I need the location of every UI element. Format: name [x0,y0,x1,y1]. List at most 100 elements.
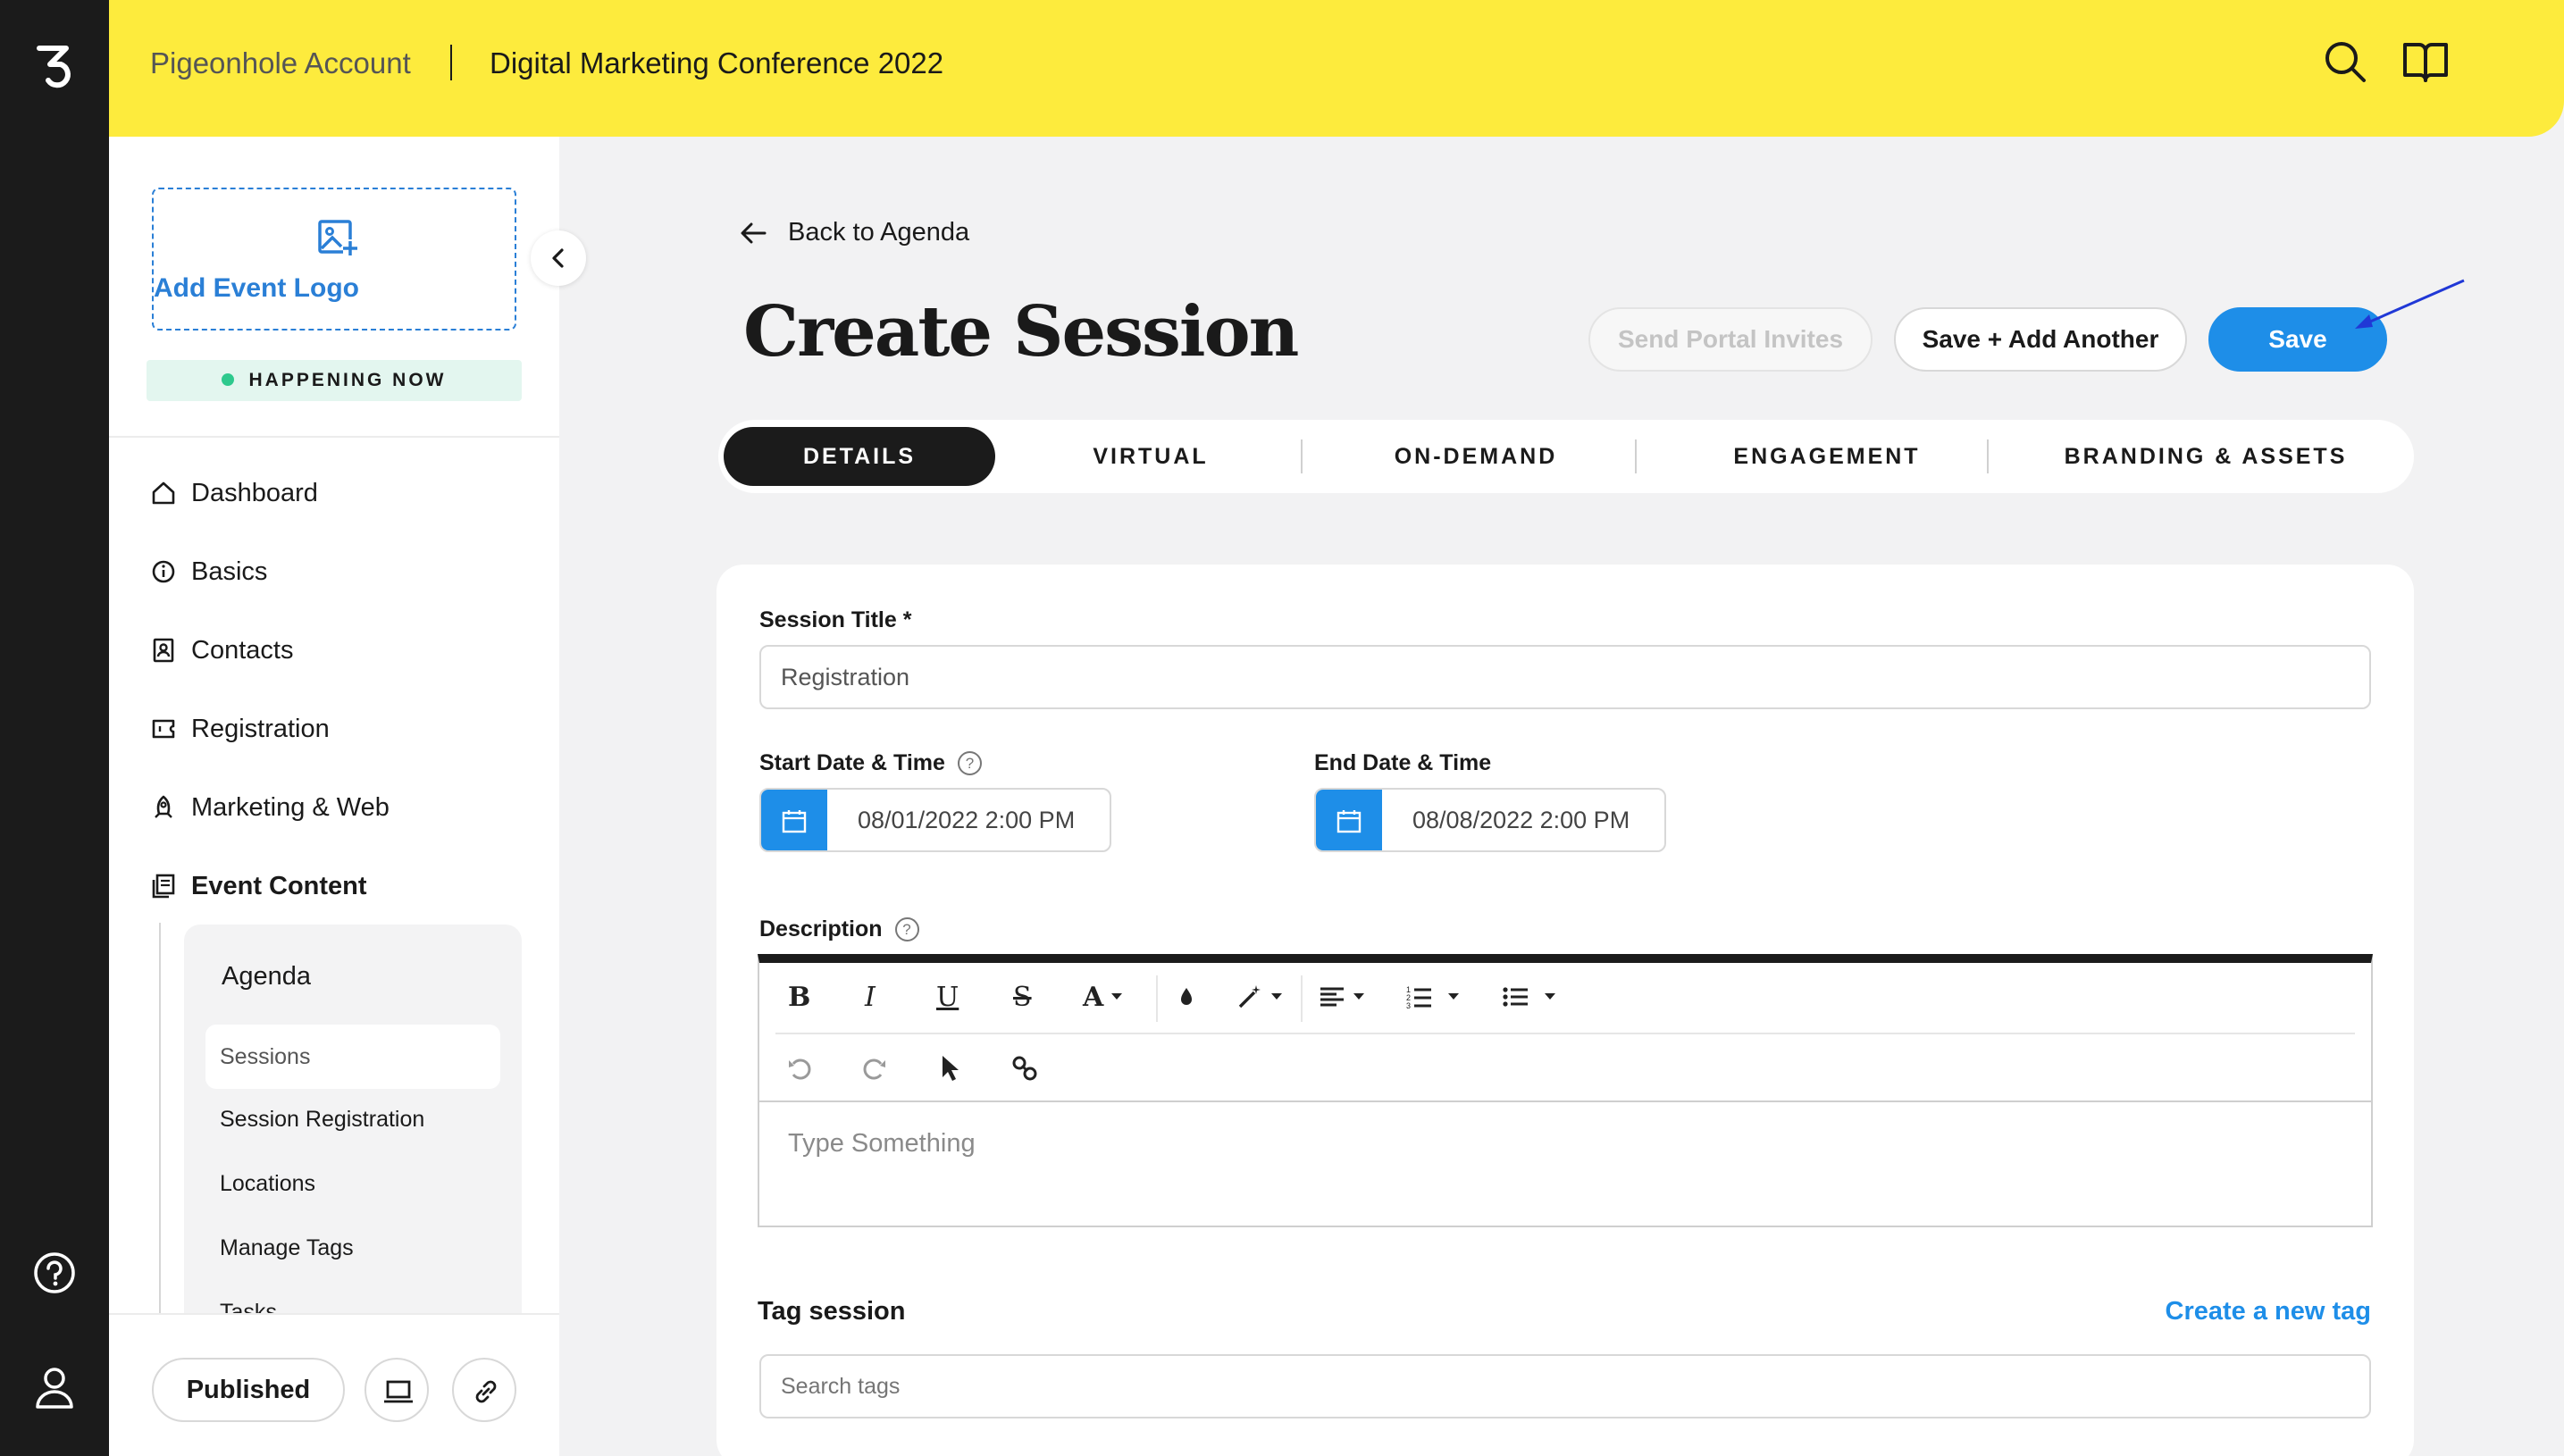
sidebar-item-event-content[interactable]: Event Content [150,868,367,904]
preview-button[interactable] [364,1358,429,1422]
arrow-left-icon [741,222,767,243]
insert-link-icon[interactable] [1011,1050,1038,1086]
tab-on-demand[interactable]: ON-DEMAND [1335,427,1617,486]
ordered-list-icon[interactable]: 123 [1406,979,1460,1015]
tab-separator [1635,439,1637,473]
back-to-agenda-link[interactable]: Back to Agenda [740,218,969,247]
calendar-button[interactable] [1316,790,1382,850]
end-date-value: 08/08/2022 2:00 PM [1412,807,1630,833]
help-tooltip-icon[interactable]: ? [957,751,982,775]
text-color-icon[interactable] [1174,979,1199,1015]
sidebar-footer: Published [109,1313,559,1456]
ticket-icon [152,719,175,739]
editor-toolbar: B I U S A 123 [759,963,2371,1033]
content-icon [152,874,175,899]
start-date-label-text: Start Date & Time [759,750,945,775]
end-date-label: End Date & Time [1314,750,1492,775]
sidebar-item-basics[interactable]: Basics [150,554,267,590]
magic-format-icon[interactable] [1236,979,1283,1015]
sidebar: Add Event Logo HAPPENING NOW Dashboard B… [109,137,559,1456]
chevron-left-icon [552,248,564,268]
underline-icon[interactable]: U [936,979,959,1015]
copy-link-button[interactable] [452,1358,516,1422]
svg-text:3: 3 [1406,1001,1411,1009]
help-icon[interactable] [32,1251,77,1295]
submenu-item-manage-tags[interactable]: Manage Tags [220,1235,354,1261]
editor-toolbar-secondary [775,1033,2355,1100]
align-icon[interactable] [1319,979,1365,1015]
tab-branding-assets[interactable]: BRANDING & ASSETS [2023,427,2389,486]
sidebar-item-dashboard[interactable]: Dashboard [150,475,318,511]
tab-virtual[interactable]: VIRTUAL [1035,427,1267,486]
add-event-logo-button[interactable]: Add Event Logo [152,188,516,331]
top-bar: Pigeonhole Account Digital Marketing Con… [109,0,2564,137]
calendar-icon [782,810,807,833]
collapse-sidebar-button[interactable] [531,230,586,286]
create-new-tag-link[interactable]: Create a new tag [2141,1297,2371,1326]
toolbar-divider [1156,975,1158,1022]
save-add-another-button[interactable]: Save + Add Another [1894,307,2187,372]
status-badge-label: HAPPENING NOW [248,370,447,390]
select-cursor-icon[interactable] [938,1050,961,1086]
sidebar-item-label: Basics [191,556,268,586]
submenu-heading-agenda[interactable]: Agenda [222,962,311,992]
live-dot-icon [222,373,235,386]
unordered-list-icon[interactable] [1503,979,1556,1015]
search-icon[interactable] [2323,39,2367,84]
tab-details[interactable]: DETAILS [724,427,995,486]
sidebar-item-label: Contacts [191,635,294,665]
submenu-item-session-registration[interactable]: Session Registration [220,1107,424,1133]
account-link[interactable]: Pigeonhole Account [150,46,411,80]
tab-engagement[interactable]: ENGAGEMENT [1662,427,1992,486]
description-editor: B I U S A 123 Type Something [758,954,2373,1227]
status-badge: HAPPENING NOW [147,360,522,401]
help-tooltip-icon[interactable]: ? [894,917,919,941]
sidebar-item-label: Dashboard [191,478,318,507]
info-icon [152,560,175,583]
sidebar-item-label: Registration [191,714,330,743]
published-button[interactable]: Published [152,1358,345,1422]
sidebar-divider [109,436,559,438]
bold-icon[interactable]: B [788,979,810,1015]
event-name[interactable]: Digital Marketing Conference 2022 [490,46,943,80]
breadcrumb-separator [450,45,452,80]
page-title: Create Session [743,291,1299,372]
undo-icon[interactable] [786,1050,813,1086]
search-tags-input[interactable] [759,1354,2371,1418]
strikethrough-icon[interactable]: S [1013,979,1032,1015]
italic-icon[interactable]: I [865,979,876,1015]
book-icon[interactable] [2401,39,2450,84]
start-date-picker[interactable]: 08/01/2022 2:00 PM [759,788,1111,852]
submenu-item-sessions[interactable]: Sessions [205,1025,500,1089]
tag-session-label: Tag session [758,1297,906,1326]
session-title-label: Session Title * [759,607,912,632]
sidebar-item-marketing[interactable]: Marketing & Web [150,790,390,825]
sidebar-item-label: Marketing & Web [191,792,390,822]
calendar-icon [1336,810,1362,833]
app-rail [0,0,109,1456]
tab-separator [1987,439,1989,473]
add-image-icon [318,220,357,255]
start-date-label: Start Date & Time? [759,750,982,776]
description-label-text: Description [759,916,883,941]
calendar-button[interactable] [761,790,827,850]
tab-separator [1301,439,1303,473]
contact-icon [153,638,174,663]
description-label: Description? [759,916,919,942]
sidebar-item-contacts[interactable]: Contacts [150,632,293,668]
link-icon [475,1380,497,1403]
description-textarea[interactable]: Type Something [759,1100,2371,1227]
app-logo-icon[interactable] [27,38,82,93]
start-date-value: 08/01/2022 2:00 PM [858,807,1076,833]
end-date-picker[interactable]: 08/08/2022 2:00 PM [1314,788,1666,852]
annotation-arrow-icon [2355,279,2465,329]
font-size-icon[interactable]: A [1083,979,1123,1015]
home-icon [152,481,175,505]
submenu-item-locations[interactable]: Locations [220,1171,315,1197]
sidebar-item-registration[interactable]: Registration [150,711,330,747]
send-portal-invites-button[interactable]: Send Portal Invites [1588,307,1873,372]
redo-icon[interactable] [861,1050,888,1086]
laptop-icon [384,1380,413,1403]
user-profile-icon[interactable] [34,1365,75,1410]
session-title-input[interactable] [759,645,2371,709]
